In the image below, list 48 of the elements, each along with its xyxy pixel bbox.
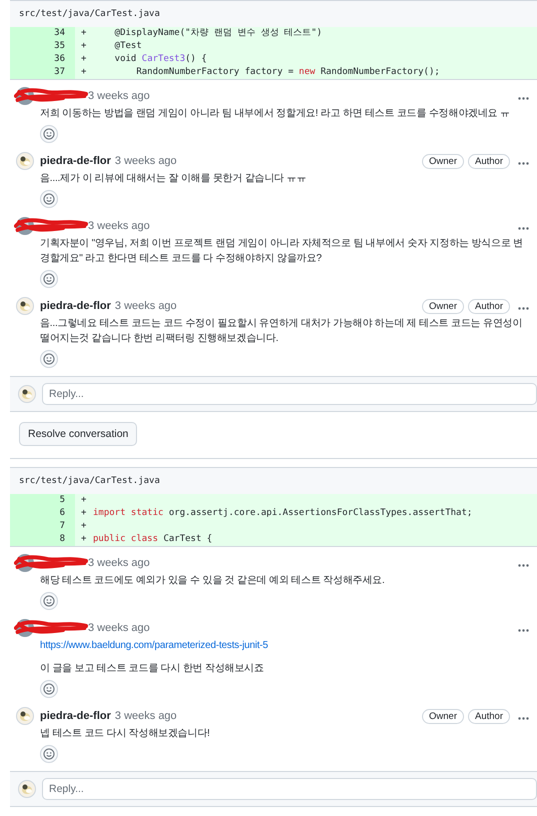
timestamp[interactable]: 3 weeks ago [114, 155, 177, 167]
avatar [18, 780, 36, 798]
smiley-icon [43, 595, 55, 607]
timestamp[interactable]: 3 weeks ago [114, 300, 177, 312]
reaction-button[interactable] [40, 190, 58, 208]
file-path: src/test/java/CarTest.java [10, 468, 537, 494]
comment-text: 넵 테스트 코드 다시 작성해보겠습니다! [40, 727, 211, 741]
comment-text: 저희 이동하는 방법을 랜덤 게임이 아니라 팀 내부에서 정할게요! 라고 하면 테스트 코드를 수정해야겠네요 ㅠ [40, 107, 511, 121]
avatar [16, 707, 34, 725]
role-label: Owner [422, 298, 464, 314]
timestamp[interactable]: 3 weeks ago [88, 90, 150, 102]
reaction-button[interactable] [40, 270, 58, 288]
reply-field[interactable]: Reply... [42, 778, 537, 800]
reaction-button[interactable] [40, 680, 58, 698]
author-name[interactable]: piedra-de-flor [40, 300, 111, 312]
resolve-button[interactable]: Resolve conversation [19, 422, 138, 446]
comment-text: 해당 테스트 코드에도 예외가 있을 수 있을 것 같은데 예외 테스트 작성해주세요. [40, 574, 386, 588]
reaction-button[interactable] [40, 592, 58, 610]
comment-text: 이 글을 보고 테스트 코드를 다시 한번 작성해보시죠 [40, 662, 265, 676]
avatar [16, 297, 34, 315]
smiley-icon [43, 683, 55, 695]
comment-text: 음...그렇네요 테스트 코드는 코드 수정이 필요할시 유연하게 대처가 가능해야 하는데 제 테스트 코드는 유연성이 떨어지는것 같습니다 한번 리팩터링 진행해보겠습니다. [40, 317, 524, 346]
comment-link[interactable]: https://www.baeldung.com/parameterized-tests-junit-5 [40, 640, 268, 651]
avatar [18, 385, 36, 403]
timestamp[interactable]: 3 weeks ago [88, 220, 150, 232]
avatar [16, 152, 34, 170]
smiley-icon [43, 273, 55, 285]
timestamp[interactable]: 3 weeks ago [88, 557, 150, 569]
author-name[interactable]: piedra-de-flor [40, 710, 111, 722]
smiley-icon [43, 128, 55, 140]
role-label: Author [468, 708, 510, 724]
role-label: Author [468, 298, 510, 314]
author-name[interactable]: piedra-de-flor [40, 155, 111, 167]
role-label: Owner [422, 708, 464, 724]
smiley-icon [43, 193, 55, 205]
file-path: src/test/java/CarTest.java [10, 1, 537, 27]
smiley-icon [43, 748, 55, 760]
role-label: Owner [422, 154, 464, 168]
comment-text: 음....제가 이 리뷰에 대해서는 잘 이해를 못한거 같습니다 ㅠㅠ [40, 172, 308, 186]
reaction-button[interactable] [40, 125, 58, 143]
comment-text: 기획자분이 "영우님, 저희 이번 프로젝트 랜덤 게임이 아니라 자체적으로 팀 내부에서 숫자 지정하는 방식으로 변경할게요" 라고 한다면 테스트 코드를 다 수정해야하지 않을까요? [40, 237, 524, 266]
reaction-button[interactable] [40, 350, 58, 368]
smiley-icon [43, 353, 55, 365]
reply-field[interactable]: Reply... [42, 383, 537, 405]
timestamp[interactable]: 3 weeks ago [88, 622, 150, 634]
role-label: Author [468, 154, 510, 168]
reaction-button[interactable] [40, 745, 58, 763]
timestamp[interactable]: 3 weeks ago [114, 710, 177, 722]
